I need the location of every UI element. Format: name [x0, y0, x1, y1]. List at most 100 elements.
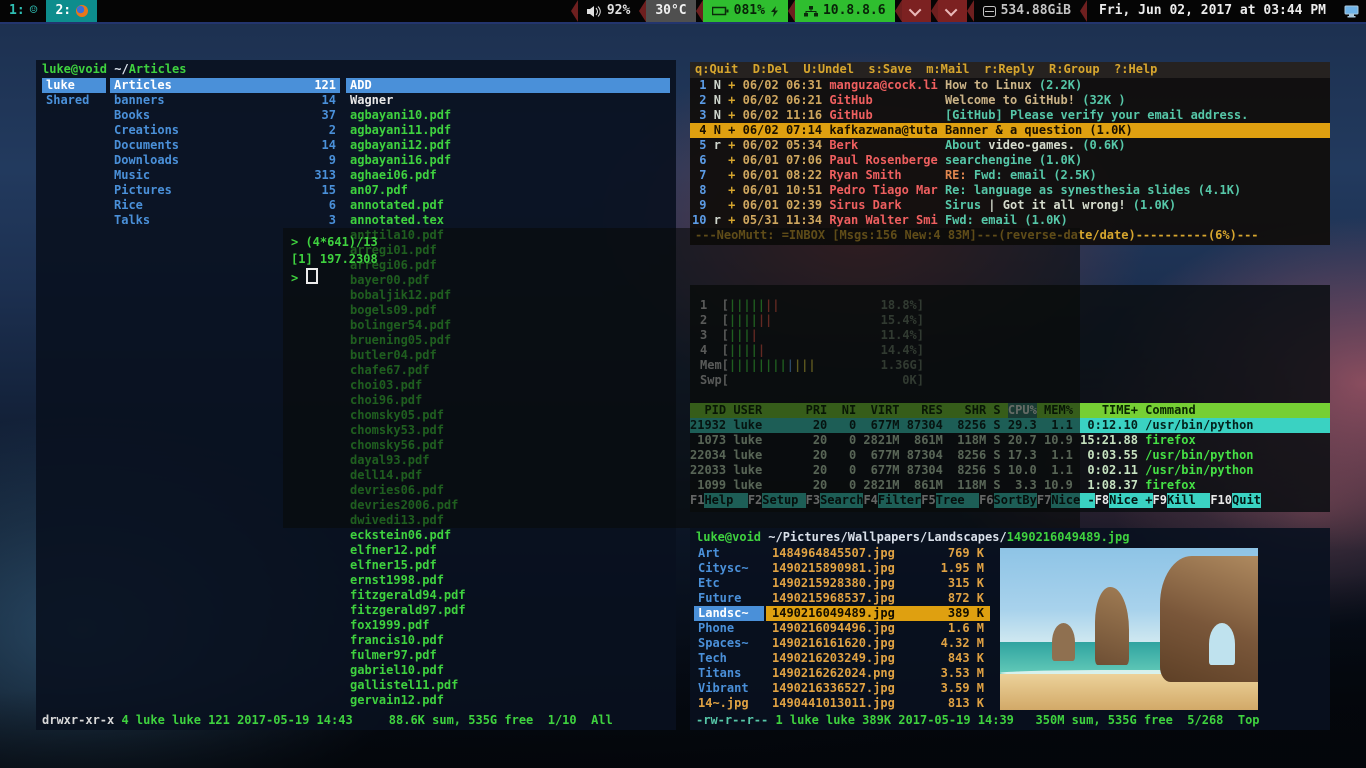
subject-segment: (0.6K)	[1082, 138, 1125, 153]
ranger-wallpapers-window[interactable]: luke@void ~/Pictures/Wallpapers/Landscap…	[690, 528, 1330, 730]
message-sender: GitHub	[829, 93, 937, 108]
floating-terminal-window[interactable]: > (4*641)/13 [1] 197.2308 >	[283, 228, 1080, 528]
file-row[interactable]: 1490441013011.jpg813 K	[766, 696, 990, 711]
file-row[interactable]: agbayani12.pdf	[346, 138, 670, 153]
download-indicator[interactable]	[938, 0, 967, 22]
battery-value: 081%	[734, 0, 765, 22]
parent-dir-row[interactable]: luke	[42, 78, 106, 93]
file-row[interactable]: 1490215928380.jpg315 K	[766, 576, 990, 591]
dir-name: Tech	[698, 651, 727, 666]
file-row[interactable]: 1490216094496.jpg1.6 M	[766, 621, 990, 636]
workspace-tab[interactable]: 2:	[46, 0, 97, 22]
message-row[interactable]: 4 N + 06/02 07:14 kafkazwana@tuta Banner…	[690, 123, 1330, 138]
file-row[interactable]: annotated.tex	[346, 213, 670, 228]
dir-row[interactable]: Pictures15	[110, 183, 340, 198]
dir-row[interactable]: Titans	[694, 666, 764, 681]
file-row[interactable]: fitzgerald94.pdf	[346, 588, 670, 603]
dir-name: Landsc~	[698, 606, 749, 621]
message-sender: kafkazwana@tuta	[829, 123, 937, 138]
file-row[interactable]: fox1999.pdf	[346, 618, 670, 633]
file-row[interactable]: ADD	[346, 78, 670, 93]
message-sender: GitHub	[829, 108, 937, 123]
message-flag-tagged: +	[721, 138, 743, 153]
parent-dir-row[interactable]: Shared	[42, 93, 106, 108]
powerline-separator-icon	[931, 0, 938, 22]
file-row[interactable]: elfner15.pdf	[346, 558, 670, 573]
spacer	[822, 123, 829, 138]
file-row[interactable]: 1490216161620.jpg4.32 M	[766, 636, 990, 651]
file-row[interactable]: 1490216049489.jpg389 K	[766, 606, 990, 621]
message-row[interactable]: 2 N + 06/02 06:21 GitHub Welcome to GitH…	[690, 93, 1330, 108]
message-row[interactable]: 7 + 06/01 08:22 Ryan Smith RE: Fwd: emai…	[690, 168, 1330, 183]
function-key-button[interactable]: F10Quit	[1210, 493, 1261, 508]
message-row[interactable]: 10 r + 05/31 11:34 Ryan Walter Smi Fwd: …	[690, 213, 1330, 228]
message-row[interactable]: 6 + 06/01 07:06 Paul Rosenberge searchen…	[690, 153, 1330, 168]
file-row[interactable]: agbayani16.pdf	[346, 153, 670, 168]
download-indicator[interactable]	[902, 0, 931, 22]
dir-row[interactable]: Landsc~	[694, 606, 764, 621]
system-tray[interactable]	[1338, 0, 1366, 22]
dir-row[interactable]: Vibrant	[694, 681, 764, 696]
dir-row[interactable]: Future	[694, 591, 764, 606]
function-key-button[interactable]: F8Nice +	[1095, 493, 1153, 508]
function-key-button[interactable]: F9Kill	[1153, 493, 1211, 508]
file-row[interactable]: ernst1998.pdf	[346, 573, 670, 588]
file-row[interactable]: fitzgerald97.pdf	[346, 603, 670, 618]
dir-row[interactable]: Art	[694, 546, 764, 561]
file-size: 4.32 M	[941, 636, 984, 651]
file-row[interactable]: 1490216336527.jpg3.59 M	[766, 681, 990, 696]
file-row[interactable]: aghaei06.pdf	[346, 168, 670, 183]
dir-row[interactable]: Etc	[694, 576, 764, 591]
file-row[interactable]: Wagner	[346, 93, 670, 108]
terminal-prompt-line[interactable]: >	[291, 268, 1072, 285]
message-flag-new: N	[714, 123, 721, 138]
dir-row[interactable]: Tech	[694, 651, 764, 666]
dir-row[interactable]: Talks3	[110, 213, 340, 228]
dir-row[interactable]: Creations2	[110, 123, 340, 138]
file-row[interactable]: 1484964845507.jpg769 K	[766, 546, 990, 561]
dir-row[interactable]: Articles121	[110, 78, 340, 93]
battery-segment: 081%	[703, 0, 788, 22]
dir-row[interactable]: Rice6	[110, 198, 340, 213]
file-row[interactable]: 1490216262024.png3.53 M	[766, 666, 990, 681]
message-row[interactable]: 5 r + 06/02 05:34 Berk About video-games…	[690, 138, 1330, 153]
status-info: 4 luke luke 121 2017-05-19 14:43 88.6K s…	[114, 713, 613, 727]
dir-row[interactable]: Phone	[694, 621, 764, 636]
workspace-tab[interactable]: 1:	[0, 0, 46, 22]
file-row[interactable]: fulmer97.pdf	[346, 648, 670, 663]
file-row[interactable]: 1490215890981.jpg1.95 M	[766, 561, 990, 576]
dir-row[interactable]: Downloads9	[110, 153, 340, 168]
message-row[interactable]: 9 + 06/01 02:39 Sirus Dark Sirus | Got i…	[690, 198, 1330, 213]
spacer	[822, 153, 829, 168]
ranger-parent-column: lukeShared	[42, 78, 106, 108]
dir-row[interactable]: Spaces~	[694, 636, 764, 651]
dir-row[interactable]: Documents14	[110, 138, 340, 153]
file-row[interactable]: annotated.pdf	[346, 198, 670, 213]
file-row[interactable]: agbayani10.pdf	[346, 108, 670, 123]
message-subject: RE: Fwd: email (2.5K)	[945, 168, 1097, 183]
file-row[interactable]: francis10.pdf	[346, 633, 670, 648]
message-row[interactable]: 3 N + 06/02 11:16 GitHub [GitHub] Please…	[690, 108, 1330, 123]
message-row[interactable]: 8 + 06/01 10:51 Pedro Tiago Mar Re: lang…	[690, 183, 1330, 198]
file-row[interactable]: 1490215968537.jpg872 K	[766, 591, 990, 606]
file-row[interactable]: gabriel10.pdf	[346, 663, 670, 678]
dir-row[interactable]: Books37	[110, 108, 340, 123]
file-row[interactable]: gallistel11.pdf	[346, 678, 670, 693]
file-row[interactable]: 1490216203249.jpg843 K	[766, 651, 990, 666]
file-row[interactable]: an07.pdf	[346, 183, 670, 198]
file-row[interactable]: agbayani11.pdf	[346, 123, 670, 138]
spacer	[822, 108, 829, 123]
message-row[interactable]: 1 N + 06/02 06:31 manguza@cock.li How to…	[690, 78, 1330, 93]
file-row[interactable]: eckstein06.pdf	[346, 528, 670, 543]
plug-icon	[770, 6, 779, 17]
file-row[interactable]: elfner12.pdf	[346, 543, 670, 558]
dir-row[interactable]: banners14	[110, 93, 340, 108]
file-row[interactable]: gervain12.pdf	[346, 693, 670, 708]
neomutt-window[interactable]: q:Quit D:Del U:Undel s:Save m:Mail r:Rep…	[690, 62, 1330, 245]
dir-row[interactable]: Citysc~	[694, 561, 764, 576]
dir-row[interactable]: 14~.jpg	[694, 696, 764, 711]
dir-name: Talks	[114, 213, 150, 228]
dir-name: banners	[114, 93, 165, 108]
dir-row[interactable]: Music313	[110, 168, 340, 183]
message-flag	[706, 93, 713, 108]
